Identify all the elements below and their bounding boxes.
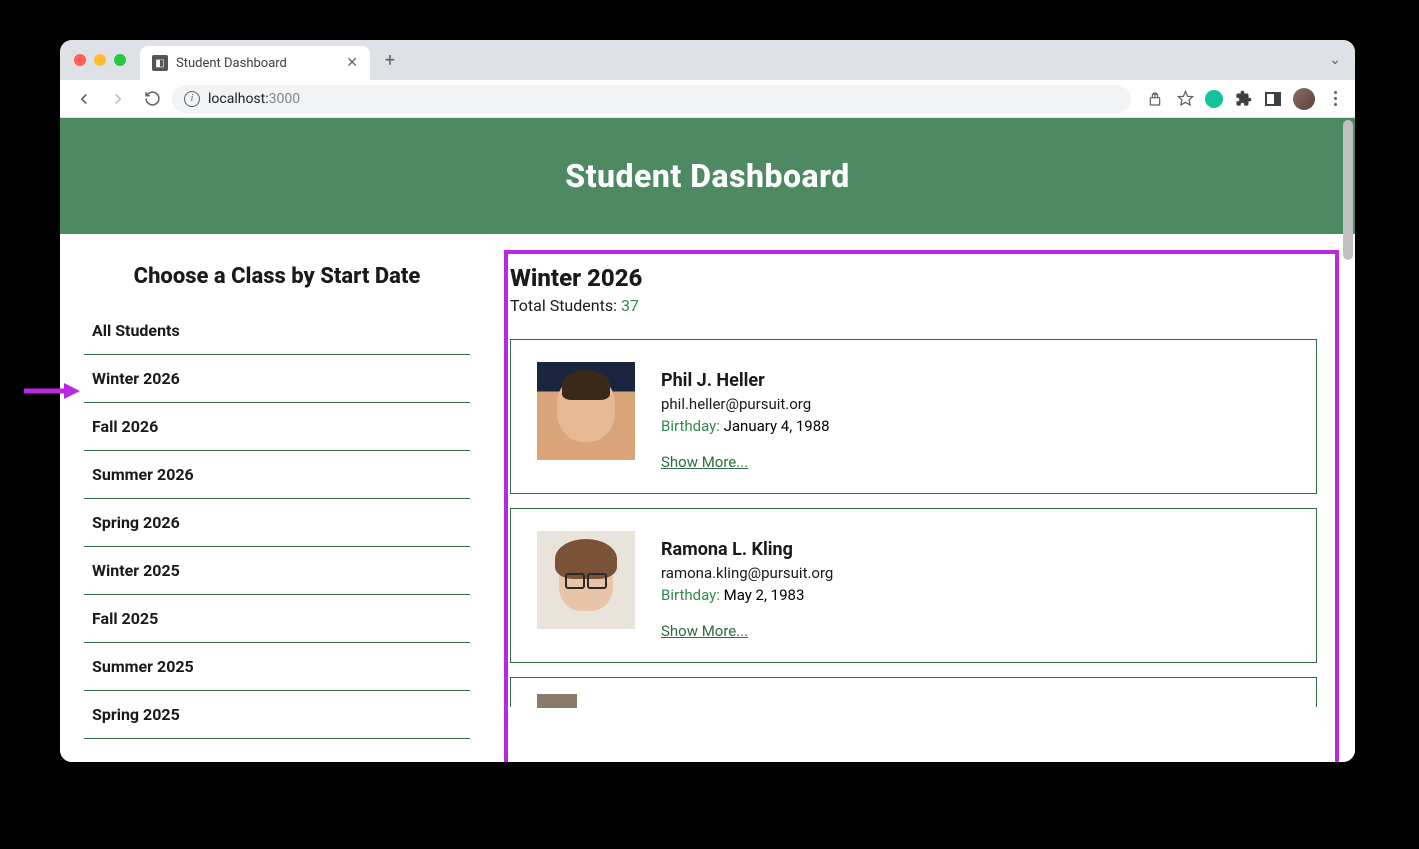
student-info: Ramona L. Kling ramona.kling@pursuit.org… xyxy=(661,531,833,640)
browser-menu-button[interactable] xyxy=(1325,89,1345,109)
maximize-window-button[interactable] xyxy=(114,54,126,66)
scrollbar-thumb[interactable] xyxy=(1343,120,1353,260)
url-input[interactable]: i localhost:3000 xyxy=(172,85,1131,113)
student-birthday: Birthday: May 2, 1983 xyxy=(661,586,833,604)
page-body: Choose a Class by Start Date All Student… xyxy=(60,234,1355,739)
page-header: Student Dashboard xyxy=(60,118,1355,234)
student-photo xyxy=(537,362,635,460)
class-item-all-students[interactable]: All Students xyxy=(84,307,470,355)
toolbar-right xyxy=(1145,88,1345,110)
student-birthday: Birthday: January 4, 1988 xyxy=(661,417,830,435)
student-card: Ramona L. Kling ramona.kling@pursuit.org… xyxy=(510,508,1317,663)
student-email: phil.heller@pursuit.org xyxy=(661,395,830,413)
student-info: Phil J. Heller phil.heller@pursuit.org B… xyxy=(661,362,830,471)
class-item-winter-2026[interactable]: Winter 2026 xyxy=(84,355,470,403)
tab-overflow-button[interactable]: ⌄ xyxy=(1329,52,1341,68)
side-panel-icon[interactable] xyxy=(1263,89,1283,109)
total-students-count: 37 xyxy=(621,296,639,315)
student-name: Phil J. Heller xyxy=(661,370,830,391)
class-item-fall-2025[interactable]: Fall 2025 xyxy=(84,595,470,643)
sidebar: Choose a Class by Start Date All Student… xyxy=(80,264,470,739)
window-controls xyxy=(74,54,126,66)
favicon-icon: ◧ xyxy=(152,55,168,71)
close-window-button[interactable] xyxy=(74,54,86,66)
student-list: Phil J. Heller phil.heller@pursuit.org B… xyxy=(510,339,1345,707)
extensions-icon[interactable] xyxy=(1233,89,1253,109)
url-text: localhost:3000 xyxy=(208,91,300,107)
bookmark-star-icon[interactable] xyxy=(1175,89,1195,109)
student-photo xyxy=(537,694,577,708)
address-bar: i localhost:3000 xyxy=(60,80,1355,118)
profile-avatar[interactable] xyxy=(1293,88,1315,110)
class-item-winter-2025[interactable]: Winter 2025 xyxy=(84,547,470,595)
new-tab-button[interactable]: + xyxy=(376,46,404,74)
cohort-title: Winter 2026 xyxy=(510,264,1345,292)
tab-title: Student Dashboard xyxy=(176,56,287,71)
birthday-label: Birthday: xyxy=(661,586,720,604)
birthday-value: May 2, 1983 xyxy=(724,586,805,604)
cohort-subtitle: Total Students: 37 xyxy=(510,296,1345,315)
total-students-label: Total Students: xyxy=(510,296,621,315)
minimize-window-button[interactable] xyxy=(94,54,106,66)
main-panel: Winter 2026 Total Students: 37 Phil J. H… xyxy=(510,264,1345,739)
student-card: Phil J. Heller phil.heller@pursuit.org B… xyxy=(510,339,1317,494)
page-title: Student Dashboard xyxy=(565,157,849,195)
page-content: Student Dashboard Choose a Class by Star… xyxy=(60,118,1355,762)
tab-bar: ◧ Student Dashboard ✕ + ⌄ xyxy=(60,40,1355,80)
birthday-label: Birthday: xyxy=(661,417,720,435)
reload-button[interactable] xyxy=(138,85,166,113)
student-card-partial xyxy=(510,677,1317,707)
class-item-spring-2025[interactable]: Spring 2025 xyxy=(84,691,470,739)
cohort-header: Winter 2026 Total Students: 37 xyxy=(510,264,1345,315)
sidebar-heading: Choose a Class by Start Date xyxy=(84,264,470,289)
student-photo xyxy=(537,531,635,629)
birthday-value: January 4, 1988 xyxy=(724,417,830,435)
student-email: ramona.kling@pursuit.org xyxy=(661,564,833,582)
class-item-fall-2026[interactable]: Fall 2026 xyxy=(84,403,470,451)
share-icon[interactable] xyxy=(1145,89,1165,109)
student-name: Ramona L. Kling xyxy=(661,539,833,560)
site-info-icon[interactable]: i xyxy=(184,91,200,107)
forward-button[interactable] xyxy=(104,85,132,113)
viewport: Student Dashboard Choose a Class by Star… xyxy=(60,118,1355,762)
class-list: All Students Winter 2026 Fall 2026 Summe… xyxy=(84,307,470,739)
browser-tab[interactable]: ◧ Student Dashboard ✕ xyxy=(140,46,370,80)
close-tab-button[interactable]: ✕ xyxy=(346,55,358,71)
show-more-link[interactable]: Show More... xyxy=(661,622,748,640)
class-item-summer-2026[interactable]: Summer 2026 xyxy=(84,451,470,499)
class-item-summer-2025[interactable]: Summer 2025 xyxy=(84,643,470,691)
class-item-spring-2026[interactable]: Spring 2026 xyxy=(84,499,470,547)
show-more-link[interactable]: Show More... xyxy=(661,453,748,471)
grammarly-extension-icon[interactable] xyxy=(1205,90,1223,108)
browser-window: ◧ Student Dashboard ✕ + ⌄ i localhost:30… xyxy=(60,40,1355,762)
back-button[interactable] xyxy=(70,85,98,113)
